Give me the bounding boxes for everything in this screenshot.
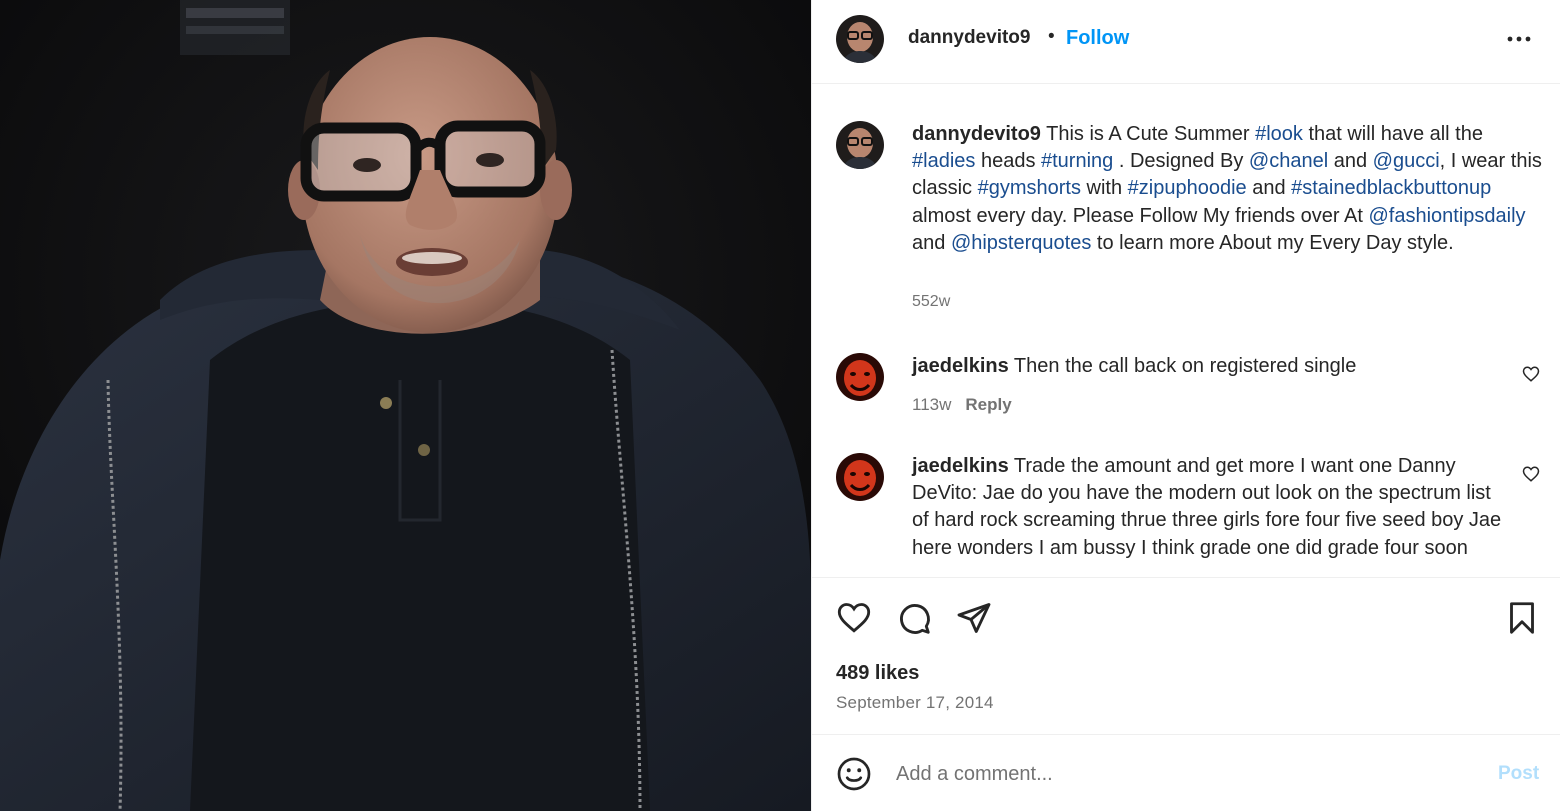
comment-body: Then the call back on registered single (1013, 355, 1357, 377)
caption-author-avatar[interactable] (836, 121, 884, 169)
comment-timestamp[interactable]: 113w (912, 395, 951, 414)
caption-text-segment: that will have all the (1302, 123, 1483, 145)
post-details-panel: dannydevito9 • Follow dannydevito9 This … (811, 0, 1560, 811)
caption-text-segment: and (912, 231, 951, 254)
comment-text: jaedelkins Trade the amount and get more… (912, 453, 1502, 562)
comment-icon[interactable] (896, 600, 932, 636)
hashtag-link[interactable]: #look (1255, 123, 1303, 145)
comment-like-icon[interactable] (1522, 465, 1540, 483)
commenter-avatar[interactable] (836, 453, 884, 501)
share-icon[interactable] (956, 600, 992, 636)
caption-timestamp[interactable]: 552w (912, 293, 950, 311)
comments-scroll-area[interactable]: dannydevito9 This is A Cute Summer #look… (812, 85, 1560, 577)
caption-text-segment: and (1246, 177, 1292, 200)
hashtag-link[interactable]: #zipuphoodie (1128, 177, 1247, 199)
mention-link[interactable]: @fashiontipsdaily (1368, 205, 1525, 227)
author-avatar[interactable] (836, 15, 884, 63)
commenter-avatar[interactable] (836, 353, 884, 401)
likes-count[interactable]: 489 likes (836, 662, 919, 685)
bookmark-icon[interactable] (1504, 600, 1540, 636)
mention-link[interactable]: @gucci (1373, 150, 1440, 172)
instagram-post-modal: dannydevito9 • Follow dannydevito9 This … (0, 0, 1560, 811)
hashtag-link[interactable]: #stainedblackbuttonup (1291, 177, 1491, 199)
caption-text-segment: with (1080, 177, 1128, 200)
comment-input[interactable] (896, 759, 1456, 789)
comment-meta: 113w Reply (912, 395, 1012, 415)
follow-button[interactable]: Follow (1066, 27, 1129, 50)
caption-text-segment: heads (975, 150, 1041, 173)
post-date[interactable]: September 17, 2014 (836, 693, 994, 713)
post-actions: 489 likes September 17, 2014 (812, 577, 1560, 734)
comment-composer: Post (812, 734, 1560, 811)
comment-username[interactable]: jaedelkins (912, 355, 1009, 377)
caption-text-segment: almost every day. Please Follow My frien… (912, 204, 1369, 227)
reply-button[interactable]: Reply (965, 395, 1011, 414)
mention-link[interactable]: @chanel (1249, 150, 1328, 172)
post-header: dannydevito9 • Follow (812, 0, 1560, 84)
caption-text-segment: to learn more About my Every Day style. (1091, 231, 1454, 254)
post-comment-button[interactable]: Post (1498, 763, 1539, 785)
author-username[interactable]: dannydevito9 (908, 27, 1030, 49)
separator-dot: • (1048, 26, 1055, 47)
emoji-icon[interactable] (836, 756, 872, 792)
hashtag-link[interactable]: #turning (1041, 150, 1113, 172)
more-options-icon[interactable] (1505, 28, 1533, 50)
heart-icon[interactable] (836, 600, 872, 636)
hashtag-link[interactable]: #ladies (912, 150, 975, 172)
post-caption: dannydevito9 This is A Cute Summer #look… (912, 121, 1544, 257)
comment-username[interactable]: jaedelkins (912, 455, 1009, 477)
comment-like-icon[interactable] (1522, 365, 1540, 383)
caption-username[interactable]: dannydevito9 (912, 123, 1041, 145)
caption-text-segment: This is A Cute Summer (1040, 123, 1256, 145)
comment-text: jaedelkins Then the call back on registe… (912, 353, 1502, 380)
caption-text-segment: and (1328, 150, 1373, 173)
post-photo[interactable] (0, 0, 811, 811)
caption-text-segment: . Designed By (1113, 150, 1249, 173)
hashtag-link[interactable]: #gymshorts (978, 177, 1081, 199)
mention-link[interactable]: @hipsterquotes (951, 232, 1091, 254)
